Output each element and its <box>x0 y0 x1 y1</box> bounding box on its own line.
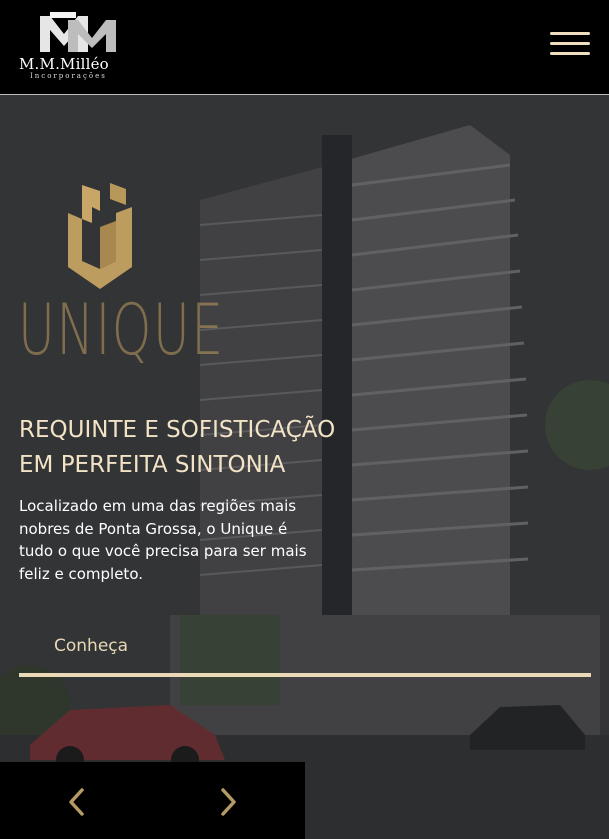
site-header: M.M.Milléo Incorporações <box>0 0 609 95</box>
logo-subtitle: Incorporações <box>30 72 107 80</box>
hero-description: Localizado em uma das regiões mais nobre… <box>19 497 307 583</box>
brand-name: UNIQUE <box>18 289 225 371</box>
hero-headline: REQUINTE E SOFISTICAÇÃO EM PERFEITA SINT… <box>19 413 359 483</box>
conheca-button[interactable]: Conheça <box>19 622 591 677</box>
headline-line-1: REQUINTE E SOFISTICAÇÃO <box>19 417 336 443</box>
chevron-left-icon[interactable] <box>62 786 92 818</box>
mm-logo-icon <box>40 12 116 52</box>
company-logo[interactable]: M.M.Milléo Incorporações <box>18 12 128 82</box>
slider-navigation <box>0 762 305 839</box>
hero-banner: UNIQUE REQUINTE E SOFISTICAÇÃO EM PERFEI… <box>0 95 609 839</box>
unique-monogram-icon <box>68 183 132 289</box>
logo-name: M.M.Milléo <box>19 55 109 73</box>
hamburger-icon[interactable] <box>548 30 592 58</box>
chevron-right-icon[interactable] <box>213 786 243 818</box>
conheca-label: Conheça <box>54 636 129 656</box>
headline-line-2: EM PERFEITA SINTONIA <box>19 452 286 478</box>
